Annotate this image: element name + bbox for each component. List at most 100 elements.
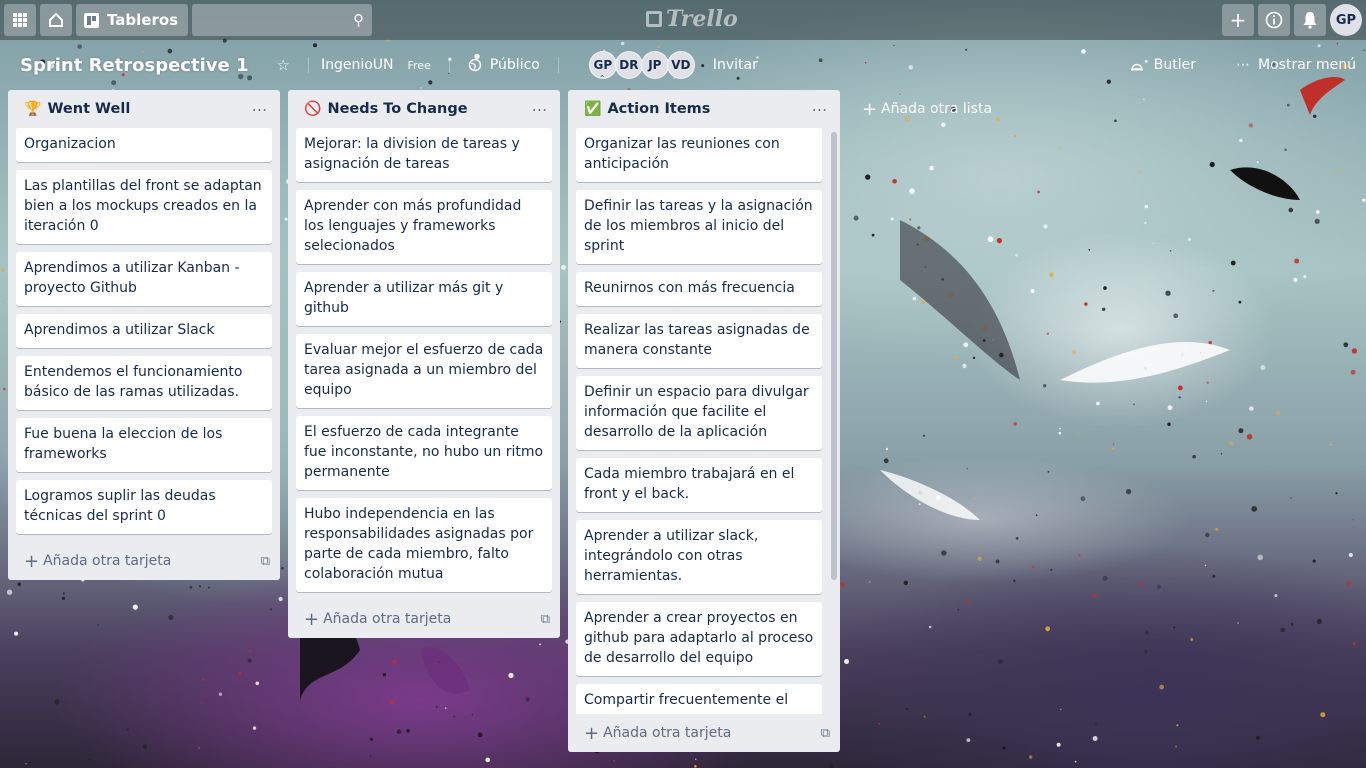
card[interactable]: Aprendimos a utilizar Slack: [16, 314, 272, 348]
trello-logo-icon: [646, 11, 662, 27]
card-template-icon[interactable]: ⧉: [261, 554, 270, 569]
list-scrollbar[interactable]: [831, 132, 837, 580]
paint-speckle: [1178, 396, 1181, 399]
star-icon[interactable]: ☆: [270, 49, 295, 81]
card[interactable]: Definir las tareas y la asignación de lo…: [576, 190, 822, 264]
paint-speckle: [890, 217, 894, 221]
paint-speckle: [1255, 735, 1261, 741]
member-avatar[interactable]: VD: [666, 51, 695, 79]
paint-speckle: [909, 218, 912, 221]
card[interactable]: Evaluar mejor el esfuerzo de cada tarea …: [296, 334, 552, 408]
show-menu-button[interactable]: ⋯ Mostrar menú: [1230, 49, 1362, 81]
create-button[interactable]: +: [1222, 4, 1254, 36]
list-went-well[interactable]: 🏆 Went Well ⋯ Organizacion Las plantillas…: [8, 90, 280, 580]
paint-speckle: [1037, 190, 1040, 194]
card-template-icon[interactable]: ⧉: [821, 726, 830, 741]
paint-speckle: [906, 708, 908, 710]
paint-speckle: [1035, 514, 1038, 517]
list-needs-to-change[interactable]: 🚫 Needs To Change ⋯ Mejorar: la division …: [288, 90, 560, 638]
card[interactable]: Las plantillas del front se adaptan bien…: [16, 170, 272, 244]
paint-speckle: [1177, 385, 1183, 391]
invite-button[interactable]: Invitar: [707, 49, 764, 81]
apps-button[interactable]: [4, 4, 36, 36]
card[interactable]: Mejorar: la division de tareas y asignac…: [296, 128, 552, 182]
list-action-items[interactable]: ✅ Action Items ⋯ Organizar las reuniones …: [568, 90, 840, 752]
paint-speckle: [1350, 369, 1356, 375]
paint-speckle: [1126, 489, 1132, 495]
add-card-button[interactable]: + Añada otra tarjeta: [584, 723, 731, 744]
paint-speckle: [1314, 218, 1320, 224]
paint-speckle: [840, 582, 845, 587]
card[interactable]: Cada miembro trabajará en el front y el …: [576, 458, 822, 512]
member-avatar[interactable]: JP: [640, 51, 669, 79]
paint-speckle: [957, 609, 960, 611]
search-box[interactable]: ⚲: [192, 4, 373, 36]
card-list[interactable]: Organizar las reuniones con anticipación…: [568, 128, 840, 714]
card[interactable]: Fue buena la eleccion de los frameworks: [16, 418, 272, 472]
member-avatar[interactable]: DR: [614, 51, 643, 79]
paint-speckle: [1030, 289, 1035, 293]
card[interactable]: Realizar las tareas asignadas de manera …: [576, 314, 822, 368]
paint-speckle: [1237, 622, 1239, 624]
add-card-button[interactable]: + Añada otra tarjeta: [304, 609, 451, 630]
paint-speckle: [1133, 403, 1135, 406]
butler-button[interactable]: Butler: [1124, 49, 1202, 81]
search-input[interactable]: [192, 4, 373, 36]
card[interactable]: Definir un espacio para divulgar informa…: [576, 376, 822, 450]
card[interactable]: Reunirnos con más frecuencia: [576, 272, 822, 306]
list-menu-icon[interactable]: ⋯: [808, 100, 832, 119]
paint-speckle: [1229, 441, 1233, 446]
paint-speckle: [948, 292, 954, 298]
user-avatar[interactable]: GP: [1330, 4, 1362, 36]
card-template-icon[interactable]: ⧉: [541, 612, 550, 627]
list-title[interactable]: 🏆 Went Well: [24, 101, 130, 117]
card[interactable]: Entendemos el funcionamiento básico de l…: [16, 356, 272, 410]
card[interactable]: Aprender a crear proyectos en github par…: [576, 602, 822, 676]
paint-speckle: [200, 702, 203, 705]
list-menu-icon[interactable]: ⋯: [248, 100, 272, 119]
card[interactable]: El esfuerzo de cada integrante fue incon…: [296, 416, 552, 490]
member-avatar[interactable]: GP ⌃: [588, 51, 617, 83]
show-menu-label: Mostrar menú: [1258, 57, 1356, 73]
home-button[interactable]: [40, 4, 72, 36]
notifications-button[interactable]: [1294, 4, 1326, 36]
card[interactable]: Compartir frecuentemente el: [576, 684, 822, 714]
paint-speckle: [198, 747, 200, 749]
paint-speckle: [1092, 593, 1098, 599]
paint-speckle: [1058, 146, 1061, 149]
trello-logo[interactable]: Trello: [646, 6, 738, 32]
visibility-button[interactable]: Público: [462, 49, 546, 81]
paint-speckle: [1290, 497, 1292, 499]
paint-speckle: [1251, 506, 1257, 512]
board-title[interactable]: Sprint Retrospective 1: [20, 55, 248, 76]
paint-speckle: [999, 352, 1004, 358]
boards-button[interactable]: Tableros: [76, 4, 189, 36]
info-button[interactable]: [1258, 4, 1290, 36]
card[interactable]: Logramos suplir las deudas técnicas del …: [16, 480, 272, 534]
paint-speckle: [1288, 207, 1294, 213]
search-icon[interactable]: ⚲: [353, 11, 364, 29]
paint-speckle: [912, 296, 917, 301]
team-button[interactable]: IngenioUN Free: [321, 49, 437, 81]
butler-label: Butler: [1153, 57, 1197, 73]
card[interactable]: Hubo independencia en las responsabilida…: [296, 498, 552, 592]
paint-speckle: [1074, 760, 1077, 763]
add-list-button[interactable]: + Añada otra lista: [848, 94, 1120, 124]
paint-speckle: [247, 658, 252, 663]
list-title[interactable]: 🚫 Needs To Change: [304, 101, 468, 117]
add-card-button[interactable]: + Añada otra tarjeta: [24, 551, 171, 572]
paint-speckle: [966, 468, 968, 470]
list-menu-icon[interactable]: ⋯: [528, 100, 552, 119]
card[interactable]: Aprendimos a utilizar Kanban - proyecto …: [16, 252, 272, 306]
paint-speckle: [1239, 138, 1243, 143]
list-title[interactable]: ✅ Action Items: [584, 101, 710, 117]
card[interactable]: Aprender a utilizar más git y github: [296, 272, 552, 326]
paint-speckle: [903, 580, 908, 585]
card[interactable]: Aprender con más profundidad los lenguaj…: [296, 190, 552, 264]
card[interactable]: Aprender a utilizar slack, integrándolo …: [576, 520, 822, 594]
paint-speckle: [1335, 492, 1338, 495]
divider: [307, 57, 309, 73]
card[interactable]: Organizar las reuniones con anticipación: [576, 128, 822, 182]
card[interactable]: Organizacion: [16, 128, 272, 162]
paint-speckle: [1056, 742, 1061, 747]
